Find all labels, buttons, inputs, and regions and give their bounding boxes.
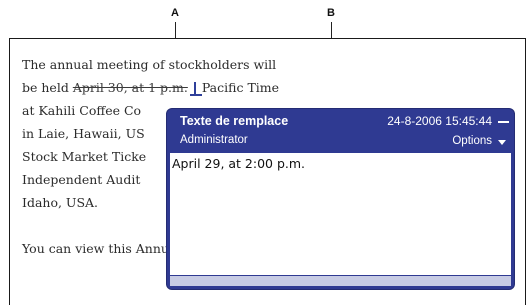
document-line: be held April 30, at 1 p.m. Pacific Time (22, 80, 280, 96)
chevron-down-icon[interactable] (498, 140, 506, 145)
insertion-caret-icon[interactable] (189, 82, 202, 96)
deleted-text-markup[interactable]: April 30, at 1 p.m. (73, 80, 188, 95)
comment-popup-header[interactable]: Texte de remplace 24-8-2006 15:45:44 Adm… (167, 109, 514, 151)
comment-type-title: Texte de remplace (180, 114, 289, 128)
comment-timestamp: 24-8-2006 15:45:44 (387, 114, 492, 128)
document-line: The annual meeting of stockholders will (22, 57, 277, 72)
comment-popup[interactable]: Texte de remplace 24-8-2006 15:45:44 Adm… (167, 109, 514, 289)
callout-label-b: B (327, 7, 335, 19)
callout-label-a: A (171, 7, 179, 19)
comment-author: Administrator (180, 134, 248, 146)
minimize-icon[interactable] (498, 121, 509, 123)
options-menu-button[interactable]: Options (452, 135, 492, 147)
comment-popup-footer (170, 276, 511, 286)
comment-text-field[interactable]: April 29, at 2:00 p.m. (170, 153, 511, 275)
